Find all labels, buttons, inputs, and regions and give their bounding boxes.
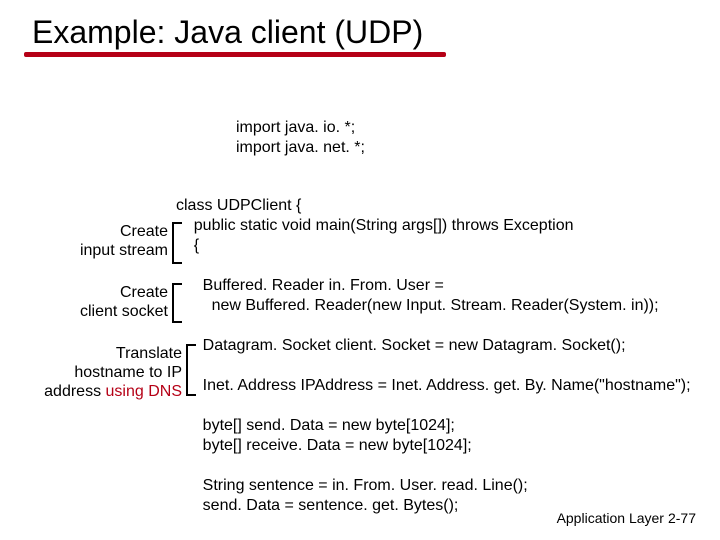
code-line: class UDPClient { xyxy=(176,197,301,214)
bracket-icon xyxy=(186,344,196,396)
page-title: Example: Java client (UDP) xyxy=(32,14,423,51)
import-line: import java. net. *; xyxy=(236,138,365,158)
bracket-icon xyxy=(172,283,182,323)
bracket-icon xyxy=(172,222,182,264)
code-line: public static void main(String args[]) t… xyxy=(176,217,574,234)
annotation-line: address using DNS xyxy=(44,382,182,401)
code-line: Buffered. Reader in. From. User = xyxy=(176,277,444,294)
annotation-text: address xyxy=(44,383,105,400)
annotation-line: input stream xyxy=(80,241,168,260)
code-line: send. Data = sentence. get. Bytes(); xyxy=(176,497,458,514)
annotation-create-input-stream: Create input stream xyxy=(80,222,168,260)
import-block: import java. io. *; import java. net. *; xyxy=(236,118,365,158)
annotation-line: hostname to IP xyxy=(44,363,182,382)
code-line: byte[] receive. Data = new byte[1024]; xyxy=(176,437,472,454)
footer: Application Layer2-77 xyxy=(557,510,696,526)
annotation-line: Translate xyxy=(44,344,182,363)
page-number: 2-77 xyxy=(668,510,696,526)
title-underline xyxy=(24,52,446,57)
footer-label: Application Layer xyxy=(557,510,664,526)
slide: Example: Java client (UDP) import java. … xyxy=(0,0,720,540)
import-line: import java. io. *; xyxy=(236,118,365,138)
annotation-dns-text: using DNS xyxy=(106,383,182,400)
annotation-translate-hostname: Translate hostname to IP address using D… xyxy=(44,344,182,401)
annotation-line: Create xyxy=(80,283,168,302)
code-line: Datagram. Socket client. Socket = new Da… xyxy=(176,337,626,354)
code-line: String sentence = in. From. User. read. … xyxy=(176,477,528,494)
code-line: byte[] send. Data = new byte[1024]; xyxy=(176,417,455,434)
annotation-create-client-socket: Create client socket xyxy=(80,283,168,321)
annotation-line: Create xyxy=(80,222,168,241)
code-line: new Buffered. Reader(new Input. Stream. … xyxy=(176,297,659,314)
code-block: class UDPClient { public static void mai… xyxy=(176,176,691,536)
annotation-line: client socket xyxy=(80,302,168,321)
code-line: Inet. Address IPAddress = Inet. Address.… xyxy=(176,377,691,394)
